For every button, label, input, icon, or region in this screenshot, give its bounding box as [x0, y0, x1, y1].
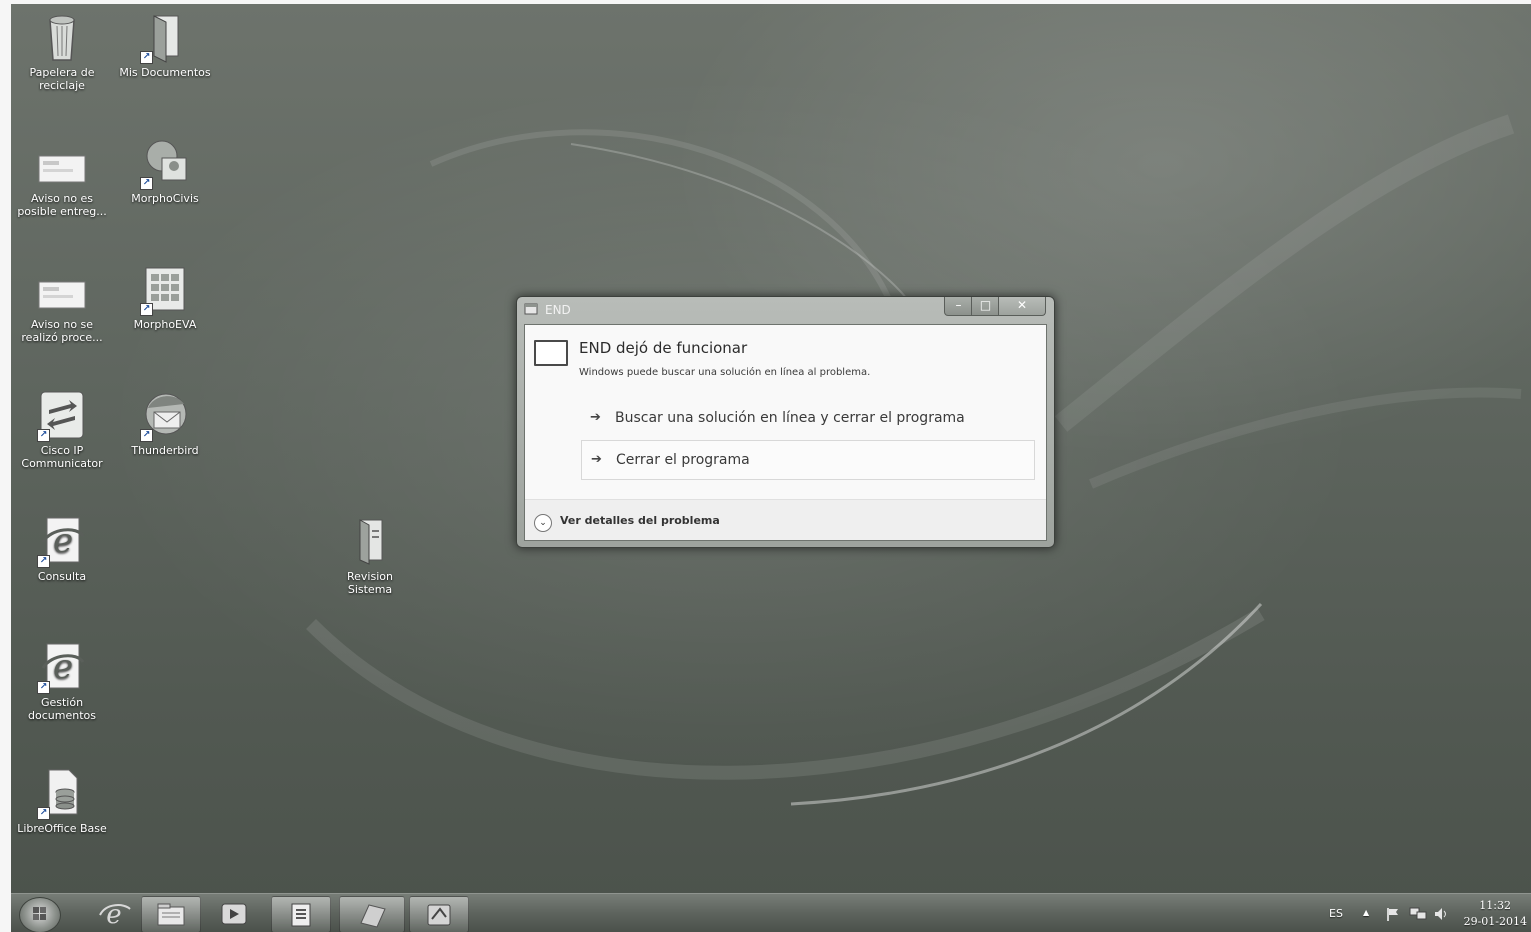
shortcut-arrow-icon: ↗	[140, 177, 153, 190]
action-center-flag-icon[interactable]	[1385, 906, 1401, 922]
option-label: Cerrar el programa	[616, 452, 750, 468]
svg-text:e: e	[53, 647, 73, 687]
dialog-body: END dejó de funcionar Windows puede busc…	[524, 324, 1047, 541]
dialog-footer: ⌄ Ver detalles del problema	[525, 499, 1046, 540]
volume-icon[interactable]	[1433, 906, 1449, 922]
recycle-bin-icon	[37, 12, 87, 64]
thunderbird-icon: ↗	[140, 390, 190, 442]
desktop: Papelera de reciclaje ↗ Mis Documentos A…	[11, 4, 1531, 932]
taskbar-app[interactable]	[409, 896, 469, 932]
desktop-icon-label: Mis Documentos	[119, 66, 211, 79]
shortcut-arrow-icon: ↗	[140, 303, 153, 316]
search-solution-option[interactable]: ➔ Buscar una solución en línea y cerrar …	[581, 399, 1033, 437]
error-dialog: END – □ ✕ END dejó de funcionar Windows …	[516, 296, 1055, 548]
desktop-icon-libreoffice-base[interactable]: ↗ LibreOffice Base	[14, 768, 110, 835]
desktop-icon-gestion-documentos[interactable]: e ↗ Gestión documentos	[14, 642, 110, 722]
internet-explorer-icon: e	[99, 900, 131, 929]
option-label: Buscar una solución en línea y cerrar el…	[615, 410, 965, 426]
taskbar-explorer[interactable]	[141, 896, 201, 932]
internet-explorer-icon: e ↗	[37, 516, 87, 568]
dialog-titlebar[interactable]: END – □ ✕	[517, 297, 1054, 323]
arrow-right-icon: ➔	[591, 452, 602, 467]
dialog-title: END	[545, 303, 571, 317]
close-program-option[interactable]: ➔ Cerrar el programa	[581, 440, 1035, 480]
document-icon	[291, 903, 311, 926]
taskbar-internet-explorer[interactable]: e	[83, 896, 145, 931]
morphocivis-icon: ↗	[140, 138, 190, 190]
internet-explorer-icon: e ↗	[37, 642, 87, 694]
taskbar-document-app[interactable]	[271, 896, 331, 932]
show-hidden-icons-button[interactable]: ▲	[1363, 908, 1369, 917]
desktop-icon-recycle-bin[interactable]: Papelera de reciclaje	[14, 12, 110, 92]
desktop-icon-label: Gestión documentos	[28, 696, 96, 722]
taskbar-app[interactable]	[339, 896, 405, 932]
arrow-right-icon: ➔	[590, 410, 601, 425]
desktop-icon-aviso-entrega[interactable]: Aviso no es posible entreg...	[14, 138, 110, 218]
desktop-icon-mis-documentos[interactable]: ↗ Mis Documentos	[117, 12, 213, 79]
folder-icon	[157, 903, 185, 925]
desktop-icon-label: Aviso no se realizó proce...	[21, 318, 103, 344]
documents-folder-icon: ↗	[140, 12, 190, 64]
svg-text:e: e	[53, 521, 73, 561]
windows-logo-icon	[33, 907, 46, 920]
desktop-icon-label: Papelera de reciclaje	[29, 66, 95, 92]
desktop-icon-consulta[interactable]: e ↗ Consulta	[14, 516, 110, 583]
shortcut-arrow-icon: ↗	[37, 807, 50, 820]
program-window-icon	[534, 340, 568, 366]
desktop-icon-label: Aviso no es posible entreg...	[17, 192, 107, 218]
desktop-icon-morphocivis[interactable]: ↗ MorphoCivis	[117, 138, 213, 205]
maximize-button[interactable]: □	[971, 297, 1000, 316]
media-player-icon	[221, 903, 247, 924]
minimize-button[interactable]: –	[944, 297, 973, 316]
desktop-icon-label: Cisco IP Communicator	[21, 444, 103, 470]
shortcut-arrow-icon: ↗	[140, 51, 153, 64]
libreoffice-base-icon: ↗	[37, 768, 87, 820]
app-icon	[360, 903, 386, 928]
desktop-icon-label: MorphoEVA	[133, 318, 197, 331]
clock-time[interactable]: 11:32	[1479, 899, 1511, 912]
desktop-icon-morphoeva[interactable]: ↗ MorphoEVA	[117, 264, 213, 331]
document-thumbnail-icon	[37, 264, 87, 316]
desktop-icon-cisco-ip[interactable]: ↗ Cisco IP Communicator	[14, 390, 110, 470]
app-icon	[427, 904, 451, 925]
shortcut-arrow-icon: ↗	[37, 681, 50, 694]
close-button[interactable]: ✕	[998, 297, 1046, 316]
app-window-icon	[524, 303, 538, 315]
desktop-icon-aviso-proceso[interactable]: Aviso no se realizó proce...	[14, 264, 110, 344]
morphoeva-icon: ↗	[140, 264, 190, 316]
cisco-icon: ↗	[37, 390, 87, 442]
desktop-icon-label: Thunderbird	[131, 444, 199, 457]
desktop-icon-label: LibreOffice Base	[17, 822, 107, 835]
desktop-icon-thunderbird[interactable]: ↗ Thunderbird	[117, 390, 213, 457]
dialog-heading: END dejó de funcionar	[579, 339, 748, 357]
show-details-link[interactable]: Ver detalles del problema	[560, 514, 720, 527]
chevron-down-icon[interactable]: ⌄	[534, 514, 552, 532]
document-thumbnail-icon	[37, 138, 87, 190]
document-icon	[345, 516, 395, 568]
dialog-subtext: Windows puede buscar una solución en lín…	[579, 367, 871, 378]
shortcut-arrow-icon: ↗	[37, 555, 50, 568]
desktop-icon-label: Revision Sistema	[347, 570, 393, 596]
taskbar: e ES ▲ 11:32 29-01-2014	[11, 893, 1531, 932]
notification-area: ES ▲ 11:32 29-01-2014	[1311, 894, 1531, 932]
network-icon[interactable]	[1409, 906, 1427, 922]
clock-date[interactable]: 29-01-2014	[1464, 915, 1527, 928]
desktop-icon-label: MorphoCivis	[131, 192, 199, 205]
language-indicator[interactable]: ES	[1329, 907, 1343, 920]
desktop-icon-revision-sistema[interactable]: Revision Sistema	[322, 516, 418, 596]
shortcut-arrow-icon: ↗	[140, 429, 153, 442]
start-button[interactable]	[19, 897, 61, 932]
taskbar-media-player[interactable]	[205, 896, 263, 931]
shortcut-arrow-icon: ↗	[37, 429, 50, 442]
desktop-icon-label: Consulta	[37, 570, 87, 583]
